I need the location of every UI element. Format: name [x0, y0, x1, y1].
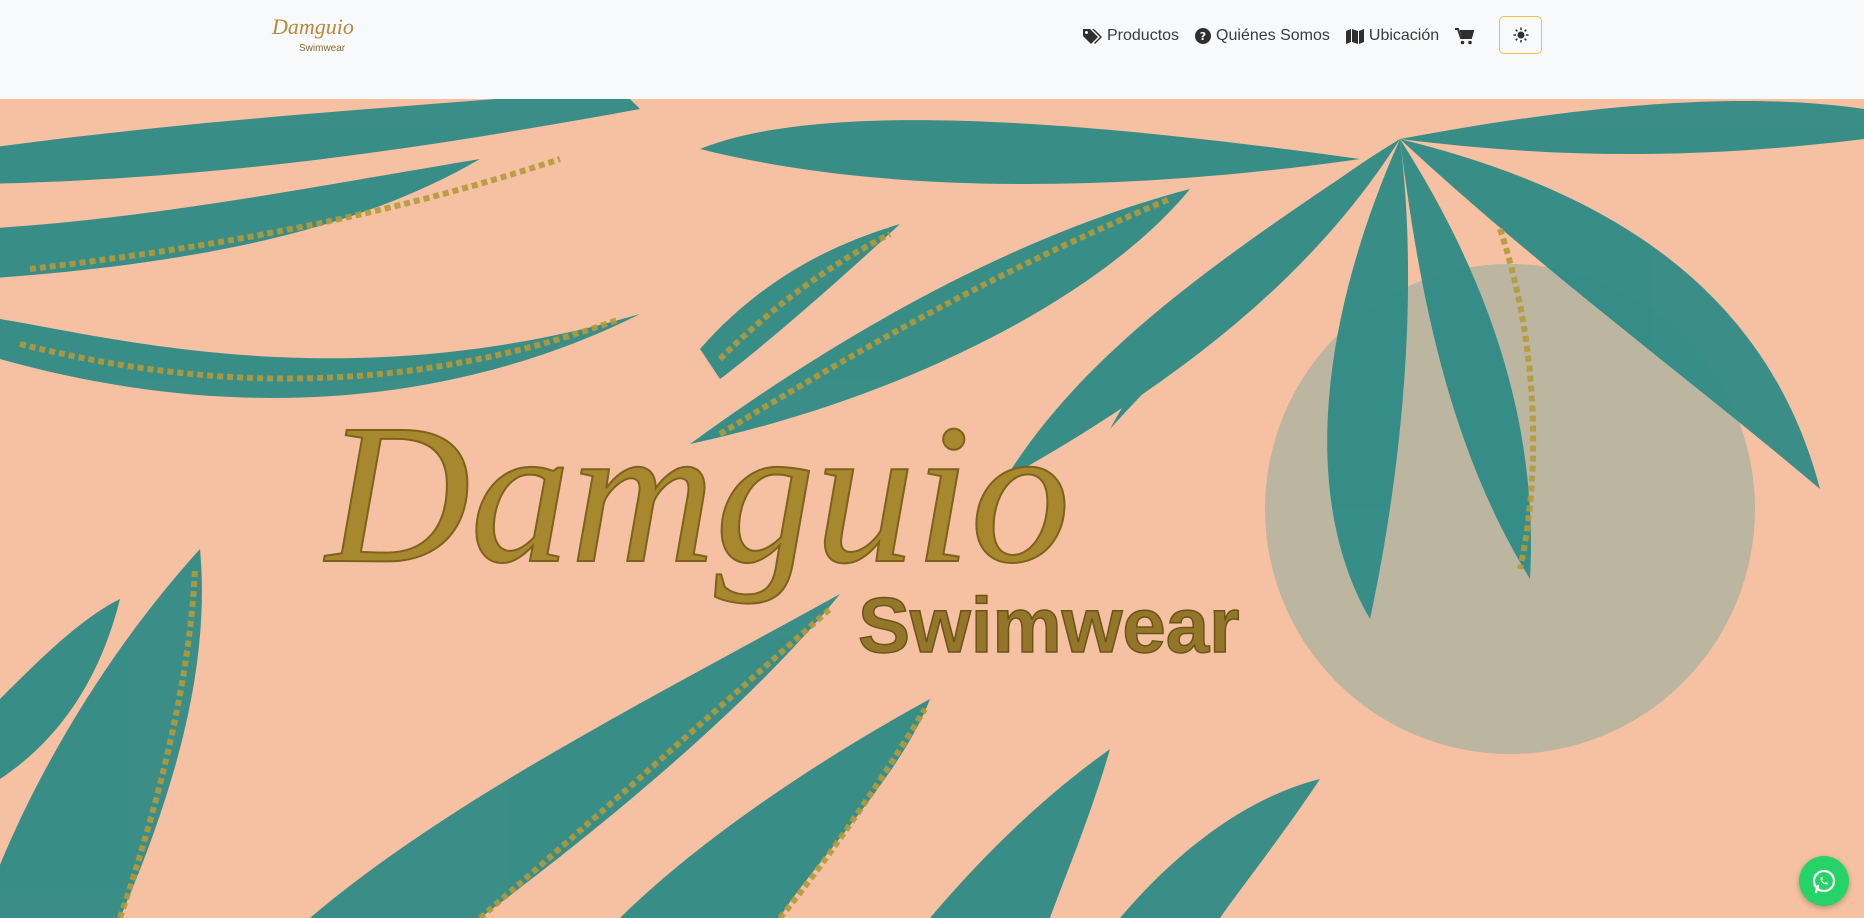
whatsapp-button[interactable]	[1799, 856, 1849, 906]
hero-wordmark: Damguio Swimwear	[322, 383, 1240, 670]
hero-subtitle: Swimwear	[858, 581, 1240, 669]
nav-item-productos[interactable]: Productos	[1082, 27, 1179, 45]
nav-links: Productos ? Quiénes Somos Ubicación	[1082, 22, 1475, 50]
navbar: Damguio Swimwear Productos ? Quiénes Som…	[0, 0, 1864, 99]
sun-icon	[1513, 27, 1528, 43]
tags-icon	[1083, 29, 1102, 44]
question-circle-icon: ?	[1195, 28, 1212, 44]
cart-button[interactable]	[1455, 27, 1475, 45]
nav-item-label: Ubicación	[1368, 27, 1440, 44]
nav-item-label: Quiénes Somos	[1216, 27, 1330, 44]
nav-item-label: Productos	[1107, 27, 1180, 44]
logo-tagline: Swimwear	[299, 43, 346, 54]
hero-banner: Damguio Swimwear	[0, 99, 1864, 918]
nav-item-ubicacion[interactable]: Ubicación	[1345, 27, 1440, 45]
brand-logo[interactable]: Damguio Swimwear	[272, 14, 364, 56]
svg-text:?: ?	[1200, 30, 1206, 43]
theme-toggle-button[interactable]	[1499, 16, 1542, 54]
hero-title: Damguio	[323, 384, 1070, 605]
map-icon	[1345, 29, 1364, 44]
nav-item-quienes-somos[interactable]: ? Quiénes Somos	[1195, 27, 1330, 45]
shopping-cart-icon	[1455, 27, 1475, 44]
logo-wordmark: Damguio	[272, 14, 354, 39]
whatsapp-icon	[1812, 869, 1836, 894]
